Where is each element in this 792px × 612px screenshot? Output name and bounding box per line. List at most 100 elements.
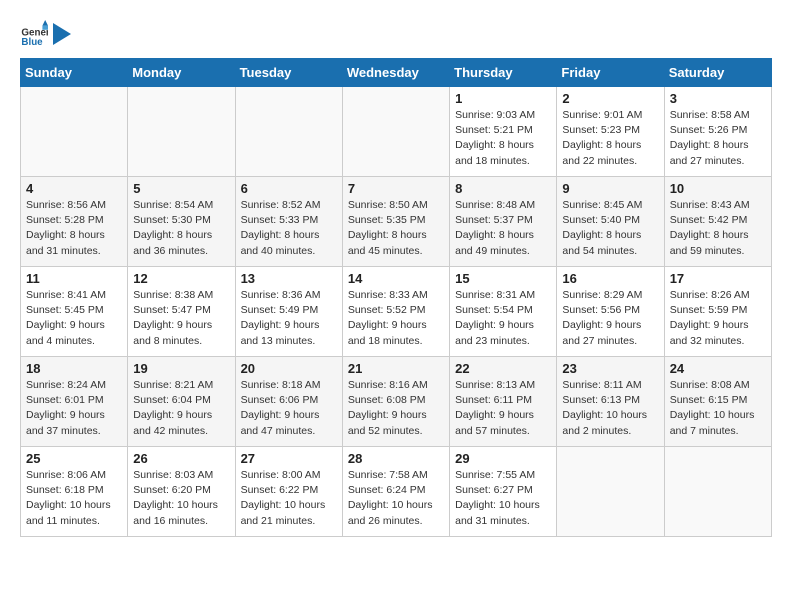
day-info: Sunrise: 8:06 AMSunset: 6:18 PMDaylight:… <box>26 468 122 529</box>
day-info: Sunrise: 8:54 AMSunset: 5:30 PMDaylight:… <box>133 198 229 259</box>
calendar-week-row: 25 Sunrise: 8:06 AMSunset: 6:18 PMDayligh… <box>21 447 772 537</box>
day-info: Sunrise: 8:08 AMSunset: 6:15 PMDaylight:… <box>670 378 766 439</box>
calendar-cell: 14 Sunrise: 8:33 AMSunset: 5:52 PMDayligh… <box>342 267 449 357</box>
day-info: Sunrise: 8:41 AMSunset: 5:45 PMDaylight:… <box>26 288 122 349</box>
day-number: 21 <box>348 361 444 376</box>
day-number: 29 <box>455 451 551 466</box>
day-info: Sunrise: 8:26 AMSunset: 5:59 PMDaylight:… <box>670 288 766 349</box>
calendar-cell <box>21 87 128 177</box>
day-number: 4 <box>26 181 122 196</box>
day-number: 13 <box>241 271 337 286</box>
calendar-cell: 8Sunrise: 8:48 AMSunset: 5:37 PMDaylight… <box>450 177 557 267</box>
calendar-cell: 3 Sunrise: 8:58 AMSunset: 5:26 PMDaylight… <box>664 87 771 177</box>
calendar-cell: 10 Sunrise: 8:43 AMSunset: 5:42 PMDayligh… <box>664 177 771 267</box>
day-number: 5 <box>133 181 229 196</box>
day-info: Sunrise: 8:00 AMSunset: 6:22 PMDaylight:… <box>241 468 337 529</box>
day-number: 12 <box>133 271 229 286</box>
calendar-cell: 28 Sunrise: 7:58 AMSunset: 6:24 PMDayligh… <box>342 447 449 537</box>
day-number: 2 <box>562 91 658 106</box>
calendar-cell: 20Sunrise: 8:18 AMSunset: 6:06 PMDayligh… <box>235 357 342 447</box>
day-number: 25 <box>26 451 122 466</box>
calendar-cell <box>557 447 664 537</box>
weekday-header-wednesday: Wednesday <box>342 59 449 87</box>
day-number: 8 <box>455 181 551 196</box>
day-number: 20 <box>241 361 337 376</box>
calendar-cell: 6 Sunrise: 8:52 AMSunset: 5:33 PMDaylight… <box>235 177 342 267</box>
weekday-header-sunday: Sunday <box>21 59 128 87</box>
day-number: 28 <box>348 451 444 466</box>
weekday-header-thursday: Thursday <box>450 59 557 87</box>
weekday-header-row: SundayMondayTuesdayWednesdayThursdayFrid… <box>21 59 772 87</box>
calendar-cell: 5 Sunrise: 8:54 AMSunset: 5:30 PMDaylight… <box>128 177 235 267</box>
weekday-header-tuesday: Tuesday <box>235 59 342 87</box>
day-info: Sunrise: 8:56 AMSunset: 5:28 PMDaylight:… <box>26 198 122 259</box>
day-number: 15 <box>455 271 551 286</box>
calendar-cell: 19Sunrise: 8:21 AMSunset: 6:04 PMDayligh… <box>128 357 235 447</box>
calendar-cell: 27 Sunrise: 8:00 AMSunset: 6:22 PMDayligh… <box>235 447 342 537</box>
calendar-week-row: 1 Sunrise: 9:03 AMSunset: 5:21 PMDaylight… <box>21 87 772 177</box>
calendar-cell: 23 Sunrise: 8:11 AMSunset: 6:13 PMDayligh… <box>557 357 664 447</box>
calendar-cell: 12 Sunrise: 8:38 AMSunset: 5:47 PMDayligh… <box>128 267 235 357</box>
day-number: 9 <box>562 181 658 196</box>
page-header: General Blue <box>20 20 772 48</box>
weekday-header-friday: Friday <box>557 59 664 87</box>
day-number: 27 <box>241 451 337 466</box>
calendar-cell: 4 Sunrise: 8:56 AMSunset: 5:28 PMDaylight… <box>21 177 128 267</box>
calendar-cell: 7 Sunrise: 8:50 AMSunset: 5:35 PMDaylight… <box>342 177 449 267</box>
day-number: 10 <box>670 181 766 196</box>
day-info: Sunrise: 8:03 AMSunset: 6:20 PMDaylight:… <box>133 468 229 529</box>
day-info: Sunrise: 8:24 AMSunset: 6:01 PMDaylight:… <box>26 378 122 439</box>
day-info: Sunrise: 8:21 AMSunset: 6:04 PMDaylight:… <box>133 378 229 439</box>
calendar-cell: 1 Sunrise: 9:03 AMSunset: 5:21 PMDaylight… <box>450 87 557 177</box>
day-info: Sunrise: 8:50 AMSunset: 5:35 PMDaylight:… <box>348 198 444 259</box>
day-number: 16 <box>562 271 658 286</box>
logo: General Blue <box>20 20 72 48</box>
day-number: 18 <box>26 361 122 376</box>
calendar-cell: 18 Sunrise: 8:24 AMSunset: 6:01 PMDayligh… <box>21 357 128 447</box>
calendar-cell <box>664 447 771 537</box>
day-info: Sunrise: 8:43 AMSunset: 5:42 PMDaylight:… <box>670 198 766 259</box>
day-number: 1 <box>455 91 551 106</box>
day-info: Sunrise: 9:03 AMSunset: 5:21 PMDaylight:… <box>455 108 551 169</box>
day-info: Sunrise: 8:11 AMSunset: 6:13 PMDaylight:… <box>562 378 658 439</box>
calendar-cell: 13Sunrise: 8:36 AMSunset: 5:49 PMDayligh… <box>235 267 342 357</box>
calendar-cell: 22Sunrise: 8:13 AMSunset: 6:11 PMDayligh… <box>450 357 557 447</box>
day-number: 11 <box>26 271 122 286</box>
logo-icon: General Blue <box>20 20 48 48</box>
day-info: Sunrise: 7:58 AMSunset: 6:24 PMDaylight:… <box>348 468 444 529</box>
calendar-cell: 9 Sunrise: 8:45 AMSunset: 5:40 PMDaylight… <box>557 177 664 267</box>
calendar-cell: 25 Sunrise: 8:06 AMSunset: 6:18 PMDayligh… <box>21 447 128 537</box>
weekday-header-monday: Monday <box>128 59 235 87</box>
calendar-cell: 15 Sunrise: 8:31 AMSunset: 5:54 PMDayligh… <box>450 267 557 357</box>
calendar-cell: 21 Sunrise: 8:16 AMSunset: 6:08 PMDayligh… <box>342 357 449 447</box>
day-number: 7 <box>348 181 444 196</box>
weekday-header-saturday: Saturday <box>664 59 771 87</box>
logo-triangle-icon <box>53 23 71 45</box>
day-info: Sunrise: 8:29 AMSunset: 5:56 PMDaylight:… <box>562 288 658 349</box>
day-info: Sunrise: 8:52 AMSunset: 5:33 PMDaylight:… <box>241 198 337 259</box>
calendar-cell: 26Sunrise: 8:03 AMSunset: 6:20 PMDayligh… <box>128 447 235 537</box>
calendar-cell <box>342 87 449 177</box>
calendar-week-row: 4 Sunrise: 8:56 AMSunset: 5:28 PMDaylight… <box>21 177 772 267</box>
calendar-table: SundayMondayTuesdayWednesdayThursdayFrid… <box>20 58 772 537</box>
calendar-cell: 2Sunrise: 9:01 AMSunset: 5:23 PMDaylight… <box>557 87 664 177</box>
day-info: Sunrise: 8:45 AMSunset: 5:40 PMDaylight:… <box>562 198 658 259</box>
day-info: Sunrise: 8:58 AMSunset: 5:26 PMDaylight:… <box>670 108 766 169</box>
day-info: Sunrise: 8:31 AMSunset: 5:54 PMDaylight:… <box>455 288 551 349</box>
svg-text:Blue: Blue <box>21 37 43 48</box>
calendar-cell: 17 Sunrise: 8:26 AMSunset: 5:59 PMDayligh… <box>664 267 771 357</box>
day-number: 6 <box>241 181 337 196</box>
day-number: 22 <box>455 361 551 376</box>
day-number: 3 <box>670 91 766 106</box>
day-number: 17 <box>670 271 766 286</box>
day-number: 23 <box>562 361 658 376</box>
day-info: Sunrise: 8:33 AMSunset: 5:52 PMDaylight:… <box>348 288 444 349</box>
calendar-week-row: 11 Sunrise: 8:41 AMSunset: 5:45 PMDayligh… <box>21 267 772 357</box>
calendar-cell: 16 Sunrise: 8:29 AMSunset: 5:56 PMDayligh… <box>557 267 664 357</box>
day-number: 14 <box>348 271 444 286</box>
day-info: Sunrise: 8:16 AMSunset: 6:08 PMDaylight:… <box>348 378 444 439</box>
day-info: Sunrise: 7:55 AMSunset: 6:27 PMDaylight:… <box>455 468 551 529</box>
calendar-cell <box>235 87 342 177</box>
day-info: Sunrise: 8:38 AMSunset: 5:47 PMDaylight:… <box>133 288 229 349</box>
calendar-cell: 24Sunrise: 8:08 AMSunset: 6:15 PMDayligh… <box>664 357 771 447</box>
